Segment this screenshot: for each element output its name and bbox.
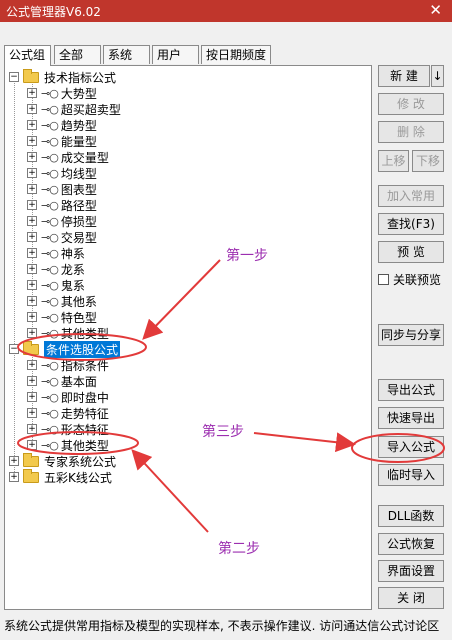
arrow-step2 [131, 449, 209, 533]
arrow-step3 [253, 432, 356, 453]
arrow-step1 [142, 259, 221, 340]
annotation-step1: 第一步 [226, 248, 268, 264]
highlight-circle-other-type [17, 431, 139, 455]
tab-formula-group[interactable]: 公式组 [4, 45, 51, 66]
annotation-step2: 第二步 [218, 541, 260, 557]
highlight-circle-import-button [351, 433, 445, 463]
highlight-circle-condition-selection [17, 333, 147, 361]
annotation-step3: 第三步 [202, 424, 244, 440]
